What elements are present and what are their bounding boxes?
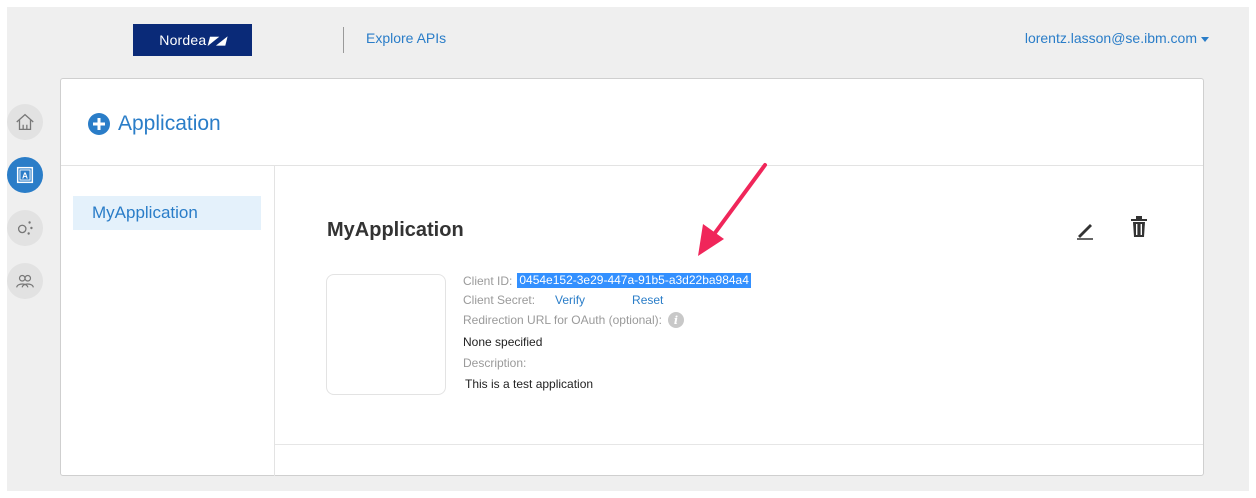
brand-mark-icon: ◤◢: [208, 34, 226, 47]
add-application-label: Application: [118, 112, 221, 135]
application-title: MyApplication: [327, 219, 464, 241]
trash-icon[interactable]: [1128, 215, 1150, 239]
redirect-url-label: Redirection URL for OAuth (optional):: [463, 313, 662, 327]
verify-link[interactable]: Verify: [555, 293, 585, 307]
caret-down-icon: [1201, 36, 1209, 42]
info-icon[interactable]: i: [667, 312, 684, 328]
rail-community-button[interactable]: [7, 263, 43, 299]
redirect-url-value: None specified: [463, 335, 543, 349]
description-label: Description:: [463, 356, 527, 370]
rail-apps-button[interactable]: A: [7, 157, 43, 193]
community-icon: [16, 274, 34, 288]
nordea-logo[interactable]: Nordea ◤◢: [133, 24, 252, 56]
reset-link[interactable]: Reset: [632, 293, 663, 307]
client-secret-label: Client Secret:: [463, 293, 536, 307]
analytics-icon: [17, 221, 33, 235]
edit-icon[interactable]: [1074, 218, 1096, 240]
add-application-button[interactable]: Application: [88, 112, 221, 136]
applications-sidebar: MyApplication: [61, 166, 275, 476]
user-email: lorentz.lasson@se.ibm.com: [1024, 30, 1197, 46]
home-icon: [16, 113, 34, 130]
brand-name: Nordea: [159, 32, 207, 48]
apps-icon: A: [16, 166, 34, 184]
rail-analytics-button[interactable]: [7, 210, 43, 246]
plus-circle-icon: [88, 113, 110, 135]
card-header: Application: [61, 79, 1203, 166]
detail-divider: [275, 444, 1203, 445]
client-id-label: Client ID:: [463, 273, 513, 288]
svg-text:A: A: [22, 172, 28, 181]
explore-apis-link[interactable]: Explore APIs: [366, 30, 446, 46]
application-detail: MyApplication Client ID: 0454e152-3e29-4…: [275, 166, 1203, 476]
header-divider: [343, 27, 344, 53]
user-menu[interactable]: lorentz.lasson@se.ibm.com: [1025, 30, 1209, 46]
rail-home-button[interactable]: [7, 104, 43, 140]
sidebar-item-label: MyApplication: [92, 203, 198, 222]
description-value: This is a test application: [465, 377, 594, 391]
application-card: Application MyApplication MyApplication …: [60, 78, 1204, 476]
client-id-value[interactable]: 0454e152-3e29-447a-91b5-a3d22ba984a4: [517, 273, 751, 288]
sidebar-item-myapplication[interactable]: MyApplication: [73, 196, 261, 230]
application-logo-placeholder[interactable]: [326, 274, 446, 395]
